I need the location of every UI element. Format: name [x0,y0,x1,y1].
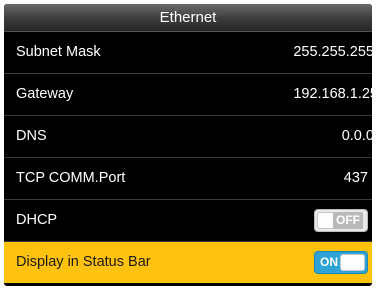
gateway-label: Gateway [16,86,74,102]
dhcp-toggle-state: OFF [333,212,363,229]
dhcp-label: DHCP [16,212,58,228]
display-in-status-bar-toggle[interactable]: ON [314,251,368,274]
display-in-status-bar-label: Display in Status Bar [16,254,151,270]
page-title: Ethernet [4,4,372,32]
setting-row-dhcp[interactable]: DHCP OFF [4,200,372,242]
dns-label: DNS [16,128,47,144]
ethernet-settings-screen: Ethernet Subnet Mask 255.255.255. Gatewa… [4,4,372,286]
tcp-comm-port-value: 437 [343,170,368,186]
gateway-value: 192.168.1.25 [293,86,372,102]
setting-row-subnet-mask[interactable]: Subnet Mask 255.255.255. [4,32,372,74]
dns-value: 0.0.0. [341,128,372,144]
setting-row-display-in-status-bar[interactable]: Display in Status Bar ON [4,242,372,283]
setting-row-gateway[interactable]: Gateway 192.168.1.25 [4,74,372,116]
setting-row-tcp-comm-port[interactable]: TCP COMM.Port 437 [4,158,372,200]
subnet-mask-label: Subnet Mask [16,44,101,60]
dhcp-toggle[interactable]: OFF [314,209,368,232]
toggle-knob [340,254,365,271]
display-in-status-bar-toggle-state: ON [320,255,338,269]
subnet-mask-value: 255.255.255. [293,44,372,60]
tcp-comm-port-label: TCP COMM.Port [16,170,126,186]
setting-row-dns[interactable]: DNS 0.0.0. [4,116,372,158]
